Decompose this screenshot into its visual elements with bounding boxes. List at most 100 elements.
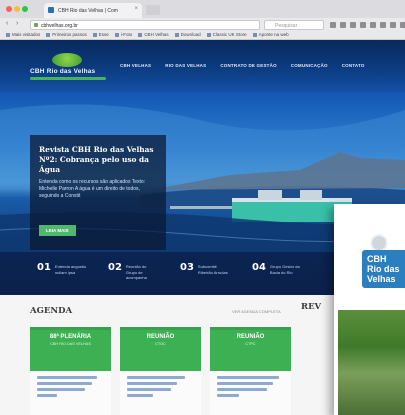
nav-item-comunicacao[interactable]: COMUNICAÇÃO	[291, 63, 328, 68]
text-line	[127, 382, 177, 385]
highlight-label: Entenda angustio nullam ipsa	[54, 264, 87, 275]
agenda-see-all-link[interactable]: VER AGENDA COMPLETA	[232, 309, 281, 314]
highlight-number: 04	[252, 262, 266, 273]
agenda-card[interactable]: REUNIÃO CTOC	[120, 327, 201, 415]
nav-item-rio-das-velhas[interactable]: RIO DAS VELHAS	[165, 63, 206, 68]
forward-button[interactable]: ›	[16, 20, 18, 27]
extension-icon[interactable]	[380, 22, 386, 28]
agenda-heading: AGENDA	[30, 306, 73, 316]
menu-icon[interactable]	[400, 22, 405, 28]
bookmark-item[interactable]: Mais visitados	[6, 32, 40, 39]
bookmark-item[interactable]: Aponte na web	[253, 32, 289, 39]
highlight-item[interactable]: 04 Grupo Gestor da Bacia do Rio	[252, 262, 302, 275]
agenda-card-title: REUNIÃO	[146, 334, 175, 340]
text-line	[217, 394, 239, 397]
agenda-card-subtitle: CBH RIO DAS VELHAS	[50, 342, 91, 346]
bookmark-item[interactable]: Classic UK Store	[207, 32, 247, 39]
text-line	[217, 388, 267, 391]
agenda-card-subtitle: CTPC	[245, 342, 256, 346]
tab-bar: CBH Rio das Velhas | Com ×	[0, 0, 405, 18]
magazine-logo-line2: Rio das	[367, 264, 400, 274]
agenda-card-body	[120, 371, 201, 415]
new-tab-button[interactable]	[146, 5, 160, 15]
agenda-card-title: REUNIÃO	[236, 334, 265, 340]
read-more-button[interactable]: LEIA MAIS	[39, 225, 76, 236]
logo-text: CBH Rio das Velhas	[30, 68, 96, 75]
agenda-card-header: REUNIÃO CTPC	[210, 327, 291, 371]
text-line	[127, 376, 185, 379]
close-tab-icon[interactable]: ×	[134, 6, 138, 12]
highlight-label: Subcomitê Ribeirão Arrudas	[197, 264, 228, 275]
favicon-icon	[48, 7, 54, 13]
bookmark-item[interactable]: i-Foto	[115, 32, 133, 39]
tab-title: CBH Rio das Velhas | Com	[58, 8, 118, 14]
text-line	[127, 394, 153, 397]
magazine-logo: CBH Rio das Velhas	[362, 230, 405, 300]
highlight-item[interactable]: 02 Reunião do Grupo de acompanha	[108, 262, 158, 281]
text-line	[217, 382, 273, 385]
highlight-label: Grupo Gestor da Bacia do Rio	[269, 264, 300, 275]
minimize-window-button[interactable]	[14, 6, 20, 12]
revista-heading: REV	[301, 302, 322, 312]
agenda-card-body	[210, 371, 291, 415]
settings-icon[interactable]	[390, 22, 396, 28]
agenda-card-subtitle: CTOC	[155, 342, 166, 346]
agenda-card-header: REUNIÃO CTOC	[120, 327, 201, 371]
highlight-item[interactable]: 01 Entenda angustio nullam ipsa	[37, 262, 87, 275]
bookmark-star-icon[interactable]	[330, 22, 336, 28]
toolbar: ‹ › cbhvelhas.org.br Pesquisar	[0, 19, 405, 31]
agenda-card-title: 88ª PLENÁRIA	[49, 334, 92, 340]
maximize-window-button[interactable]	[22, 6, 28, 12]
search-input[interactable]: Pesquisar	[264, 20, 324, 30]
bookmarks-bar: Mais visitados Primeiros passos Esse i-F…	[6, 32, 401, 39]
download-icon[interactable]	[350, 22, 356, 28]
logo-wave-icon	[30, 77, 106, 80]
text-line	[37, 376, 97, 379]
lock-icon	[34, 23, 38, 27]
highlight-label: Reunião do Grupo de acompanha	[125, 264, 147, 280]
text-line	[37, 394, 57, 397]
text-line	[37, 382, 92, 385]
agenda-cards: 88ª PLENÁRIA CBH RIO DAS VELHAS REUNIÃO …	[30, 327, 291, 415]
toolbar-icons	[330, 22, 405, 28]
agenda-card[interactable]: REUNIÃO CTPC	[210, 327, 291, 415]
browser-chrome: CBH Rio das Velhas | Com × ‹ › cbhvelhas…	[0, 0, 405, 40]
text-line	[217, 376, 279, 379]
agenda-card-body	[30, 371, 111, 415]
address-text: cbhvelhas.org.br	[41, 23, 78, 29]
share-icon[interactable]	[370, 22, 376, 28]
search-placeholder: Pesquisar	[275, 23, 298, 29]
text-line	[127, 388, 171, 391]
site-header: CBH Rio das Velhas CBH VELHAS RIO DAS VE…	[0, 40, 405, 92]
magazine-logo-line3: Velhas	[367, 274, 396, 284]
bookmark-item[interactable]: Download	[175, 32, 201, 39]
main-navigation: CBH VELHAS RIO DAS VELHAS CONTRATO DE GE…	[120, 63, 365, 68]
magazine-cover[interactable]: CBH Rio das Velhas	[334, 204, 405, 415]
bookmark-item[interactable]: CBH Velhas	[138, 32, 168, 39]
reading-list-icon[interactable]	[340, 22, 346, 28]
text-line	[37, 388, 85, 391]
logo-mark-icon	[52, 53, 82, 67]
nav-item-contrato-de-gestao[interactable]: CONTRATO DE GESTÃO	[220, 63, 276, 68]
magazine-cover-photo	[338, 310, 405, 415]
highlight-number: 01	[37, 262, 51, 273]
magazine-logo-text: CBH Rio das Velhas	[362, 250, 405, 288]
bookmark-item[interactable]: Primeiros passos	[46, 32, 87, 39]
featured-article: Revista CBH Rio das Velhas Nº2: Cobrança…	[30, 135, 166, 250]
magazine-logo-line1: CBH	[367, 254, 387, 264]
highlight-number: 02	[108, 262, 122, 273]
highlight-item[interactable]: 03 Subcomitê Ribeirão Arrudas	[180, 262, 230, 275]
close-window-button[interactable]	[6, 6, 12, 12]
feature-title[interactable]: Revista CBH Rio das Velhas Nº2: Cobrança…	[39, 145, 158, 175]
agenda-card[interactable]: 88ª PLENÁRIA CBH RIO DAS VELHAS	[30, 327, 111, 415]
browser-tab[interactable]: CBH Rio das Velhas | Com ×	[44, 3, 142, 18]
agenda-card-header: 88ª PLENÁRIA CBH RIO DAS VELHAS	[30, 327, 111, 371]
feature-excerpt: Entenda como os recursos são aplicados T…	[39, 179, 146, 199]
nav-item-contato[interactable]: CONTATO	[342, 63, 365, 68]
bookmark-item[interactable]: Esse	[93, 32, 109, 39]
home-icon[interactable]	[360, 22, 366, 28]
address-bar[interactable]: cbhvelhas.org.br	[30, 20, 260, 30]
nav-item-cbh-velhas[interactable]: CBH VELHAS	[120, 63, 151, 68]
back-button[interactable]: ‹	[6, 20, 8, 27]
site-logo[interactable]: CBH Rio das Velhas	[30, 53, 106, 80]
